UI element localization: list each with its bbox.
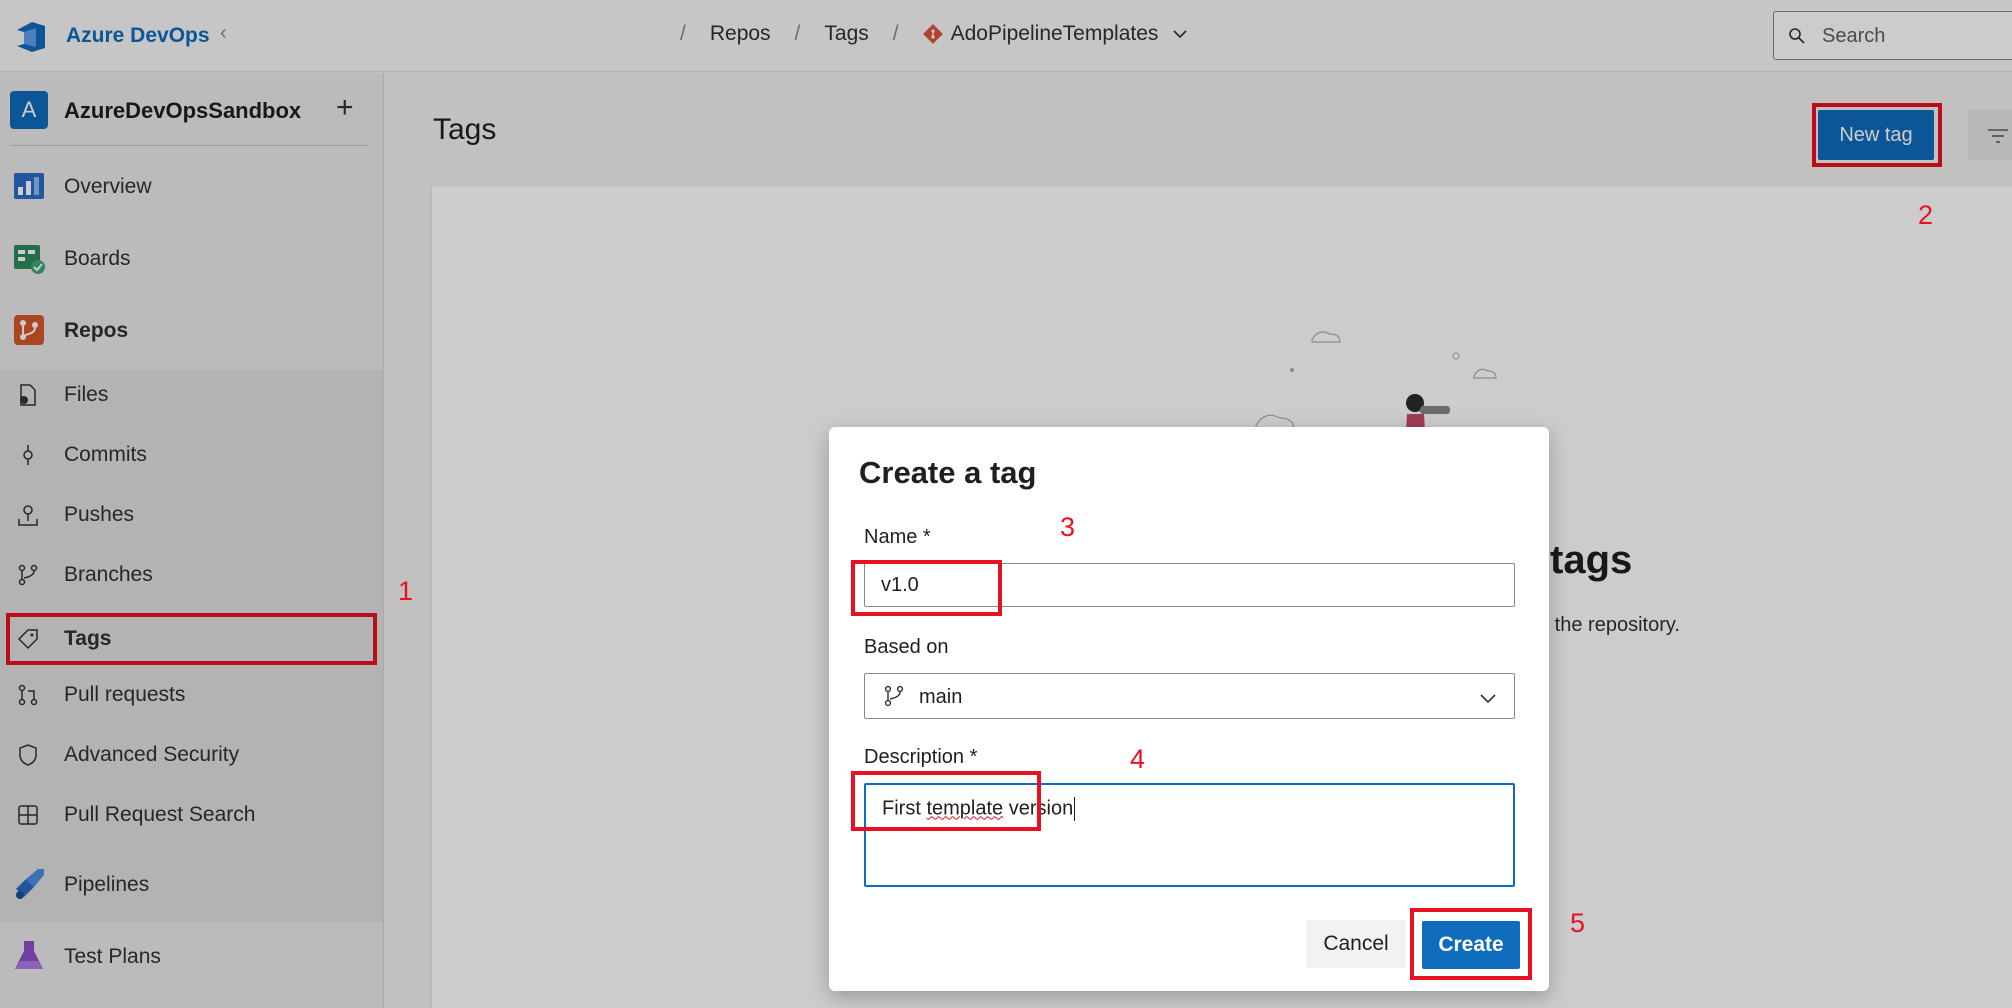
branch-icon: [884, 685, 904, 707]
annotation-number-1: 1: [398, 576, 414, 606]
annotation-number-2: 2: [1918, 200, 1934, 230]
name-field-label: Name *: [864, 526, 931, 548]
annotation-number-4: 4: [1130, 744, 1146, 774]
based-on-value: main: [919, 686, 963, 708]
chevron-down-icon: [1480, 694, 1496, 704]
highlight-description-annotation: [851, 771, 1041, 831]
annotation-number-3: 3: [1060, 512, 1076, 542]
create-tag-dialog: Create a tag Name * v1.0 Based on main D…: [829, 427, 1549, 991]
highlight-name-annotation: [851, 560, 1002, 616]
based-on-label: Based on: [864, 636, 949, 658]
based-on-dropdown[interactable]: main: [864, 673, 1515, 719]
description-label: Description *: [864, 746, 978, 768]
annotation-number-5: 5: [1570, 908, 1586, 938]
dialog-title: Create a tag: [859, 455, 1037, 490]
highlight-create-annotation: [1410, 908, 1532, 980]
cancel-button[interactable]: Cancel: [1306, 920, 1406, 968]
